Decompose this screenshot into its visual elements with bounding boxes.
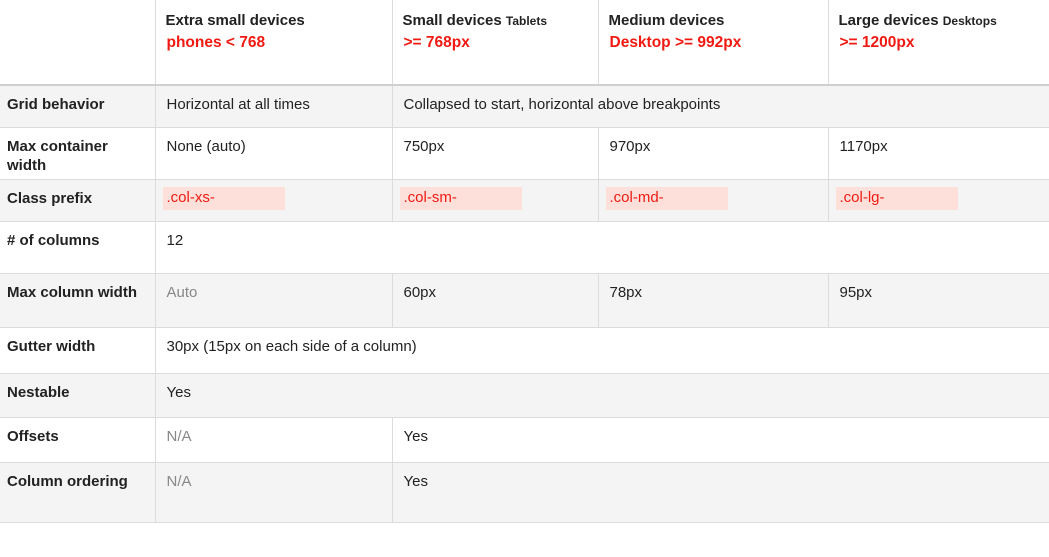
code-prefix-xs: .col-xs- bbox=[162, 186, 285, 210]
cell-class-prefix-lg: .col-lg- bbox=[827, 178, 1049, 222]
header-xs-sub: phones < 768 bbox=[166, 34, 266, 51]
header-xs-title: Extra small devices bbox=[165, 12, 305, 29]
row-label-max-container: Max container width bbox=[0, 126, 156, 180]
cell-offsets-xs: N/A bbox=[154, 416, 393, 463]
table-row: Column ordering N/A Yes bbox=[0, 461, 1049, 523]
cell-grid-behavior-rest: Collapsed to start, horizontal above bre… bbox=[391, 84, 1049, 128]
row-label-nestable: Nestable bbox=[0, 372, 156, 418]
header-md: Medium devices Desktop >= 992px bbox=[597, 0, 829, 86]
header-lg-small: Desktops bbox=[942, 14, 997, 28]
cell-ordering-xs: N/A bbox=[154, 461, 393, 523]
header-md-sub: Desktop >= 992px bbox=[609, 34, 742, 51]
cell-nestable: Yes bbox=[154, 372, 1049, 418]
cell-gutter: 30px (15px on each side of a column) bbox=[154, 326, 1049, 374]
row-label-offsets: Offsets bbox=[0, 416, 156, 463]
cell-max-container-sm: 750px bbox=[391, 126, 599, 180]
header-sm-sub: >= 768px bbox=[403, 34, 470, 51]
cell-max-container-lg: 1170px bbox=[827, 126, 1049, 180]
row-label-max-column: Max column width bbox=[0, 272, 156, 328]
table-row: Grid behavior Horizontal at all times Co… bbox=[0, 84, 1049, 128]
table-row: Class prefix .col-xs- .col-sm- .col-md- … bbox=[0, 178, 1049, 222]
row-label-class-prefix: Class prefix bbox=[0, 178, 156, 222]
header-md-title: Medium devices bbox=[608, 12, 725, 29]
cell-max-container-xs: None (auto) bbox=[154, 126, 393, 180]
code-prefix-md: .col-md- bbox=[605, 186, 728, 210]
header-sm-small: Tablets bbox=[505, 14, 548, 28]
cell-max-container-md: 970px bbox=[597, 126, 829, 180]
cell-max-column-lg: 95px bbox=[827, 272, 1049, 328]
cell-offsets-rest: Yes bbox=[391, 416, 1049, 463]
cell-class-prefix-xs: .col-xs- bbox=[154, 178, 393, 222]
row-label-grid-behavior: Grid behavior bbox=[0, 84, 156, 128]
row-label-ordering: Column ordering bbox=[0, 461, 156, 523]
table-row: Gutter width 30px (15px on each side of … bbox=[0, 326, 1049, 374]
cell-class-prefix-sm: .col-sm- bbox=[391, 178, 599, 222]
header-sm: Small devices Tablets >= 768px bbox=[391, 0, 599, 86]
header-sm-title: Small devices bbox=[402, 12, 502, 29]
cell-num-columns: 12 bbox=[154, 220, 1049, 274]
cell-max-column-md: 78px bbox=[597, 272, 829, 328]
header-lg-title: Large devices bbox=[838, 12, 939, 29]
cell-class-prefix-md: .col-md- bbox=[597, 178, 829, 222]
cell-ordering-rest: Yes bbox=[391, 461, 1049, 523]
table-row: # of columns 12 bbox=[0, 220, 1049, 274]
header-lg: Large devices Desktops >= 1200px bbox=[827, 0, 1049, 86]
table-row: Nestable Yes bbox=[0, 372, 1049, 418]
table-row: Offsets N/A Yes bbox=[0, 416, 1049, 463]
table-row: Max column width Auto 60px 78px 95px bbox=[0, 272, 1049, 328]
cell-max-column-sm: 60px bbox=[391, 272, 599, 328]
header-xs: Extra small devices phones < 768 bbox=[154, 0, 393, 86]
header-row: Extra small devices phones < 768 Small d… bbox=[0, 0, 1049, 86]
header-lg-sub: >= 1200px bbox=[839, 34, 915, 51]
grid-options-table: Extra small devices phones < 768 Small d… bbox=[0, 0, 1049, 523]
code-prefix-lg: .col-lg- bbox=[835, 186, 958, 210]
cell-max-column-xs: Auto bbox=[154, 272, 393, 328]
row-label-gutter: Gutter width bbox=[0, 326, 156, 374]
row-label-num-columns: # of columns bbox=[0, 220, 156, 274]
cell-grid-behavior-xs: Horizontal at all times bbox=[154, 84, 393, 128]
table-row: Max container width None (auto) 750px 97… bbox=[0, 126, 1049, 180]
code-prefix-sm: .col-sm- bbox=[399, 186, 522, 210]
header-corner bbox=[0, 0, 156, 86]
